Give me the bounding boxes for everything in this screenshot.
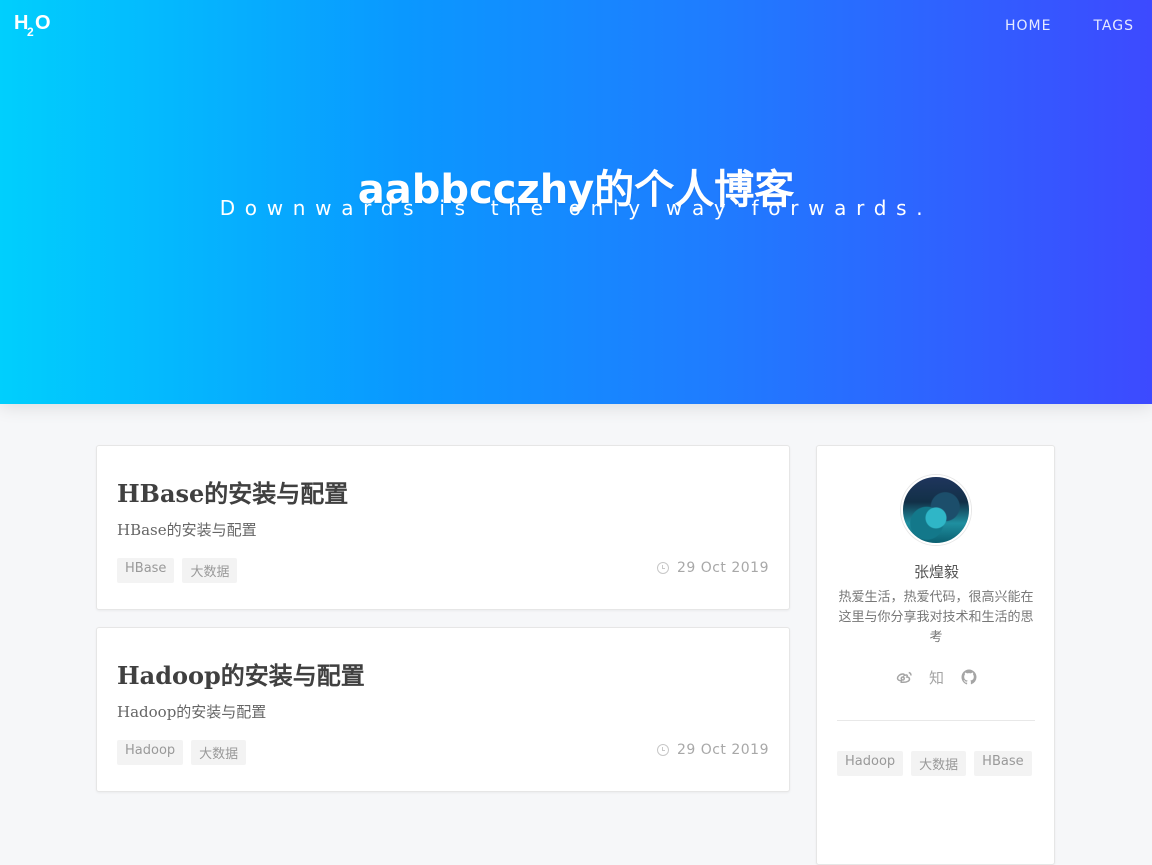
logo-two: 2	[27, 25, 34, 39]
logo-h: H	[14, 12, 28, 34]
site-header: H 2 O HOME TAGS aabbcczhy的个人博客 Downwards…	[0, 0, 1152, 404]
post-date: 29 Oct 2019	[656, 742, 769, 758]
post-title[interactable]: Hadoop的安装与配置	[117, 656, 365, 691]
zhihu-icon[interactable]: 知	[928, 668, 946, 687]
post-list: HBase的安装与配置 HBase的安装与配置 HBase 大数据 29 Oct…	[96, 445, 790, 809]
author-avatar	[901, 475, 971, 545]
post-date: 29 Oct 2019	[656, 560, 769, 576]
weibo-icon[interactable]	[896, 668, 914, 686]
tag-big-data[interactable]: 大数据	[182, 558, 238, 583]
post-date-text: 29 Oct 2019	[676, 742, 769, 758]
site-logo[interactable]: H 2 O	[14, 12, 54, 40]
github-icon[interactable]	[960, 668, 978, 686]
nav-tags-link[interactable]: TAGS	[1093, 18, 1134, 34]
post-card-hbase[interactable]: HBase的安装与配置 HBase的安装与配置 HBase 大数据 29 Oct…	[96, 445, 790, 610]
main-nav: HOME TAGS	[1005, 18, 1134, 34]
logo-o: O	[35, 12, 51, 34]
clock-icon	[656, 744, 669, 756]
post-card-hadoop[interactable]: Hadoop的安装与配置 Hadoop的安装与配置 Hadoop 大数据 29 …	[96, 627, 790, 792]
sidebar-tag-hbase[interactable]: HBase	[974, 751, 1032, 776]
author-sidebar: 张煌毅 热爱生活，热爱代码，很高兴能在这里与你分享我对技术和生活的思考 知 Ha…	[816, 445, 1055, 865]
post-tags: Hadoop 大数据	[117, 740, 247, 765]
social-links: 知	[817, 668, 1056, 687]
post-title[interactable]: HBase的安装与配置	[117, 474, 348, 509]
blog-subtitle: Downwards is the only way forwards.	[219, 196, 933, 220]
tag-hadoop[interactable]: Hadoop	[117, 740, 184, 765]
nav-home-link[interactable]: HOME	[1005, 18, 1051, 34]
post-excerpt: HBase的安装与配置	[117, 521, 257, 539]
tag-hbase[interactable]: HBase	[117, 558, 175, 583]
post-date-text: 29 Oct 2019	[676, 560, 769, 576]
sidebar-tag-cloud: Hadoop 大数据 HBase	[837, 751, 1035, 776]
author-name: 张煌毅	[913, 563, 959, 581]
sidebar-divider	[837, 720, 1035, 721]
author-bio: 热爱生活，热爱代码，很高兴能在这里与你分享我对技术和生活的思考	[838, 590, 1034, 645]
sidebar-tag-big-data[interactable]: 大数据	[911, 751, 967, 776]
sidebar-tag-hadoop[interactable]: Hadoop	[837, 751, 904, 776]
post-excerpt: Hadoop的安装与配置	[117, 703, 267, 721]
post-tags: HBase 大数据	[117, 558, 238, 583]
clock-icon	[656, 562, 669, 574]
tag-big-data[interactable]: 大数据	[191, 740, 247, 765]
